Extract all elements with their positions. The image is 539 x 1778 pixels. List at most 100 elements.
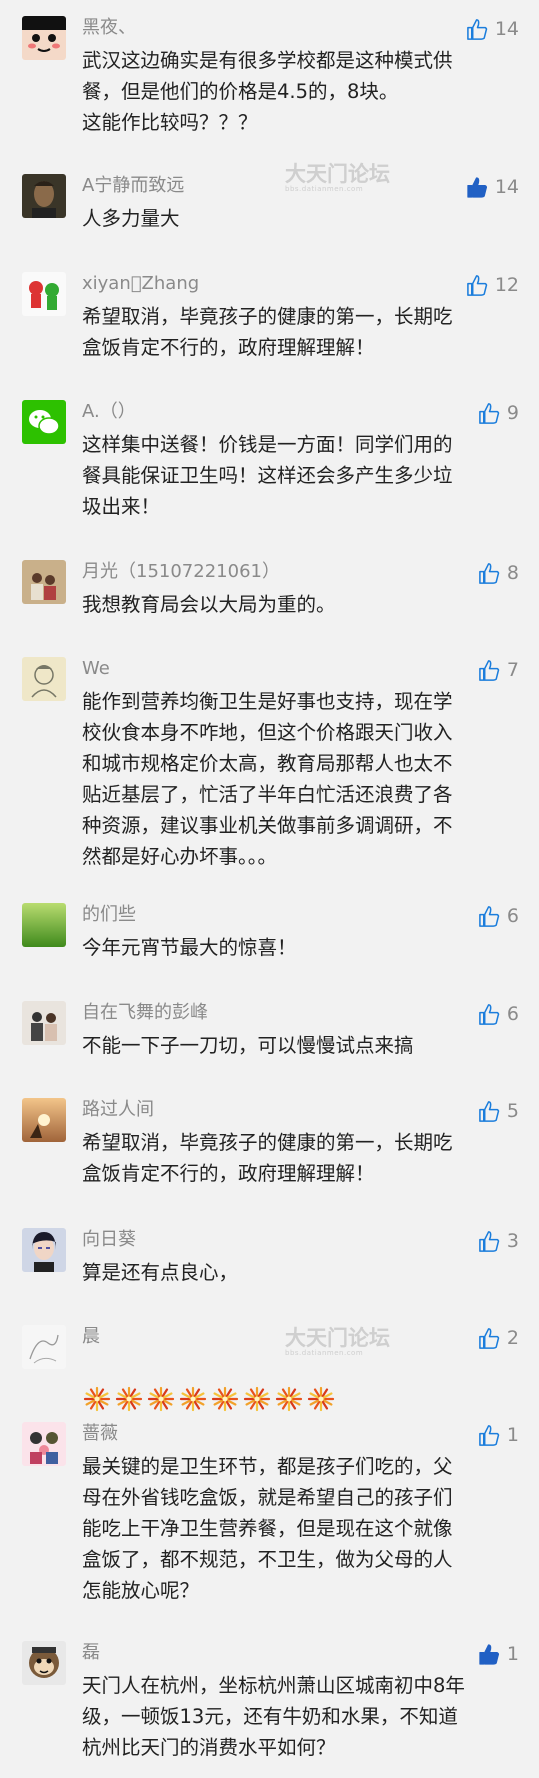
thumbs-up-icon [478, 1327, 501, 1350]
like-count: 1 [506, 1643, 519, 1665]
thumbs-up-icon [478, 659, 501, 682]
comment-text: 能作到营养均衡卫生是好事也支持，现在学 校伙食本身不咋地，但这个价格跟天门收入 … [82, 690, 453, 868]
comment-item: 晨 2 [0, 1325, 539, 1412]
thumbs-up-icon [478, 1424, 501, 1447]
comment-author[interactable]: xiyan Zhang [82, 272, 199, 296]
like-button[interactable]: 2 [478, 1325, 519, 1351]
fireworks-emoji-icon [147, 1386, 175, 1412]
sunset-avatar-icon[interactable] [22, 1098, 66, 1142]
fireworks-emoji-icon [179, 1386, 207, 1412]
like-count: 12 [494, 274, 519, 296]
fireworks-emoji-icon [83, 1386, 111, 1412]
comment-text: 不能一下子一刀切，可以慢慢试点来搞 [82, 1034, 414, 1057]
fireworks-emoji-row [82, 1386, 514, 1412]
comment-item: 磊 1 天门人在杭州，坐标杭州萧山区城南初中8年 级，一顿饭13元，还有牛奶和水… [0, 1641, 539, 1771]
like-count: 14 [494, 18, 519, 40]
thumbs-up-icon [478, 1100, 501, 1123]
comment-author[interactable]: 黑夜、 [82, 16, 136, 40]
couple-photo-avatar-icon[interactable] [22, 1001, 66, 1045]
comment-author[interactable]: A.（） [82, 400, 136, 424]
cartoon-face-avatar-icon[interactable] [22, 16, 66, 60]
family-cartoon-avatar-icon[interactable] [22, 1422, 66, 1466]
thumbs-up-icon [478, 562, 501, 585]
thumbs-up-icon [478, 1230, 501, 1253]
comment-text: 今年元宵节最大的惊喜！ [82, 936, 297, 959]
forum-watermark: 大天门论坛 bbs.datianmen.com [285, 1326, 390, 1357]
fireworks-emoji-icon [275, 1386, 303, 1412]
wechat-logo-avatar-icon[interactable] [22, 400, 66, 444]
comment-author[interactable]: 自在飞舞的彭峰 [82, 1001, 208, 1025]
comment-text: 我想教育局会以大局为重的。 [82, 593, 336, 616]
like-button[interactable]: 3 [478, 1228, 519, 1254]
comment-item: xiyan Zhang 12 希望取消，毕竟孩子的健康的第一，长期吃 盒饭肯定不… [0, 272, 539, 362]
like-button[interactable]: 1 [478, 1641, 519, 1667]
sketch-portrait-avatar-icon[interactable] [22, 657, 66, 701]
comment-item: We 7 能作到营养均衡卫生是好事也支持，现在学 校伙食本身不咋地，但这个价格跟… [0, 657, 539, 868]
comment-item: 自在飞舞的彭峰 6 不能一下子一刀切，可以慢慢试点来搞 [0, 1001, 539, 1061]
comment-author[interactable]: 月光（15107221061） [82, 560, 280, 584]
like-button[interactable]: 8 [478, 560, 519, 586]
like-button[interactable]: 9 [478, 400, 519, 426]
comment-text: 天门人在杭州，坐标杭州萧山区城南初中8年 级，一顿饭13元，还有牛奶和水果，不知… [82, 1674, 465, 1759]
thumbs-up-icon [478, 905, 501, 928]
thumbs-up-filled-icon [466, 176, 489, 199]
like-button[interactable]: 7 [478, 657, 519, 683]
man-portrait-avatar-icon[interactable] [22, 174, 66, 218]
thumbs-up-icon [478, 1003, 501, 1026]
comment-author[interactable]: 路过人间 [82, 1098, 154, 1122]
comment-text: 武汉这边确实是有很多学校都是这种模式供 餐，但是他们的价格是4.5的，8块。 这… [82, 49, 453, 134]
comment-item: 黑夜、 14 武汉这边确实是有很多学校都是这种模式供 餐，但是他们的价格是4.5… [0, 16, 539, 134]
like-count: 5 [506, 1100, 519, 1122]
family-photo-avatar-icon[interactable] [22, 560, 66, 604]
fireworks-emoji-icon [307, 1386, 335, 1412]
comment-author[interactable]: 磊 [82, 1641, 100, 1665]
comment-item: A.（） 9 这样集中送餐！价钱是一方面！同学们用的 餐具能保证卫生吗！这样还会… [0, 400, 539, 520]
like-count: 9 [506, 402, 519, 424]
thumbs-up-icon [478, 402, 501, 425]
fireworks-emoji-icon [211, 1386, 239, 1412]
fireworks-emoji-icon [115, 1386, 143, 1412]
like-button[interactable]: 6 [478, 903, 519, 929]
like-count: 2 [506, 1327, 519, 1349]
like-button[interactable]: 12 [466, 272, 519, 298]
sketch-drawing-avatar-icon[interactable] [22, 1325, 66, 1369]
like-count: 1 [506, 1424, 519, 1446]
forum-watermark: 大天门论坛 bbs.datianmen.com [285, 162, 390, 193]
comment-author[interactable]: 的们些 [82, 903, 136, 927]
comment-text: 人多力量大 [82, 207, 180, 230]
comment-item: 蔷薇 1 最关键的是卫生环节，都是孩子们吃的，父 母在外省钱吃盒饭，就是希望自己… [0, 1422, 539, 1602]
comment-item: A宁静而致远 14 人多力量大 [0, 174, 539, 234]
like-button[interactable]: 6 [478, 1001, 519, 1027]
like-count: 8 [506, 562, 519, 584]
girl-portrait-avatar-icon[interactable] [22, 1228, 66, 1272]
like-button[interactable]: 14 [466, 174, 519, 200]
comment-text: 希望取消，毕竟孩子的健康的第一，长期吃 盒饭肯定不行的，政府理解理解！ [82, 1131, 453, 1185]
thumbs-up-icon [466, 274, 489, 297]
like-count: 7 [506, 659, 519, 681]
comment-text: 希望取消，毕竟孩子的健康的第一，长期吃 盒饭肯定不行的，政府理解理解！ [82, 305, 453, 359]
like-count: 3 [506, 1230, 519, 1252]
like-count: 14 [494, 176, 519, 198]
like-count: 6 [506, 905, 519, 927]
comment-item: 的们些 6 今年元宵节最大的惊喜！ [0, 903, 539, 963]
comment-author[interactable]: 蔷薇 [82, 1422, 118, 1446]
comment-author[interactable]: 向日葵 [82, 1228, 136, 1252]
like-button[interactable]: 1 [478, 1422, 519, 1448]
comment-text: 算是还有点良心， [82, 1261, 239, 1284]
comment-text: 最关键的是卫生环节，都是孩子们吃的，父 母在外省钱吃盒饭，就是希望自己的孩子们 … [82, 1455, 453, 1602]
comment-author[interactable]: 晨 [82, 1325, 100, 1349]
thumbs-up-filled-icon [478, 1643, 501, 1666]
comment-item: 向日葵 3 算是还有点良心， [0, 1228, 539, 1288]
comment-author[interactable]: A宁静而致远 [82, 174, 184, 198]
thumbs-up-icon [466, 18, 489, 41]
cartoon-figures-avatar-icon[interactable] [22, 272, 66, 316]
like-button[interactable]: 5 [478, 1098, 519, 1124]
comment-item: 路过人间 5 希望取消，毕竟孩子的健康的第一，长期吃 盒饭肯定不行的，政府理解理… [0, 1098, 539, 1188]
fireworks-emoji-icon [243, 1386, 271, 1412]
like-button[interactable]: 14 [466, 16, 519, 42]
green-grass-avatar-icon[interactable] [22, 903, 66, 947]
like-count: 6 [506, 1003, 519, 1025]
comment-author[interactable]: We [82, 657, 110, 681]
monkey-cartoon-avatar-icon[interactable] [22, 1641, 66, 1685]
comment-text: 这样集中送餐！价钱是一方面！同学们用的 餐具能保证卫生吗！这样还会多产生多少垃 … [82, 433, 453, 518]
